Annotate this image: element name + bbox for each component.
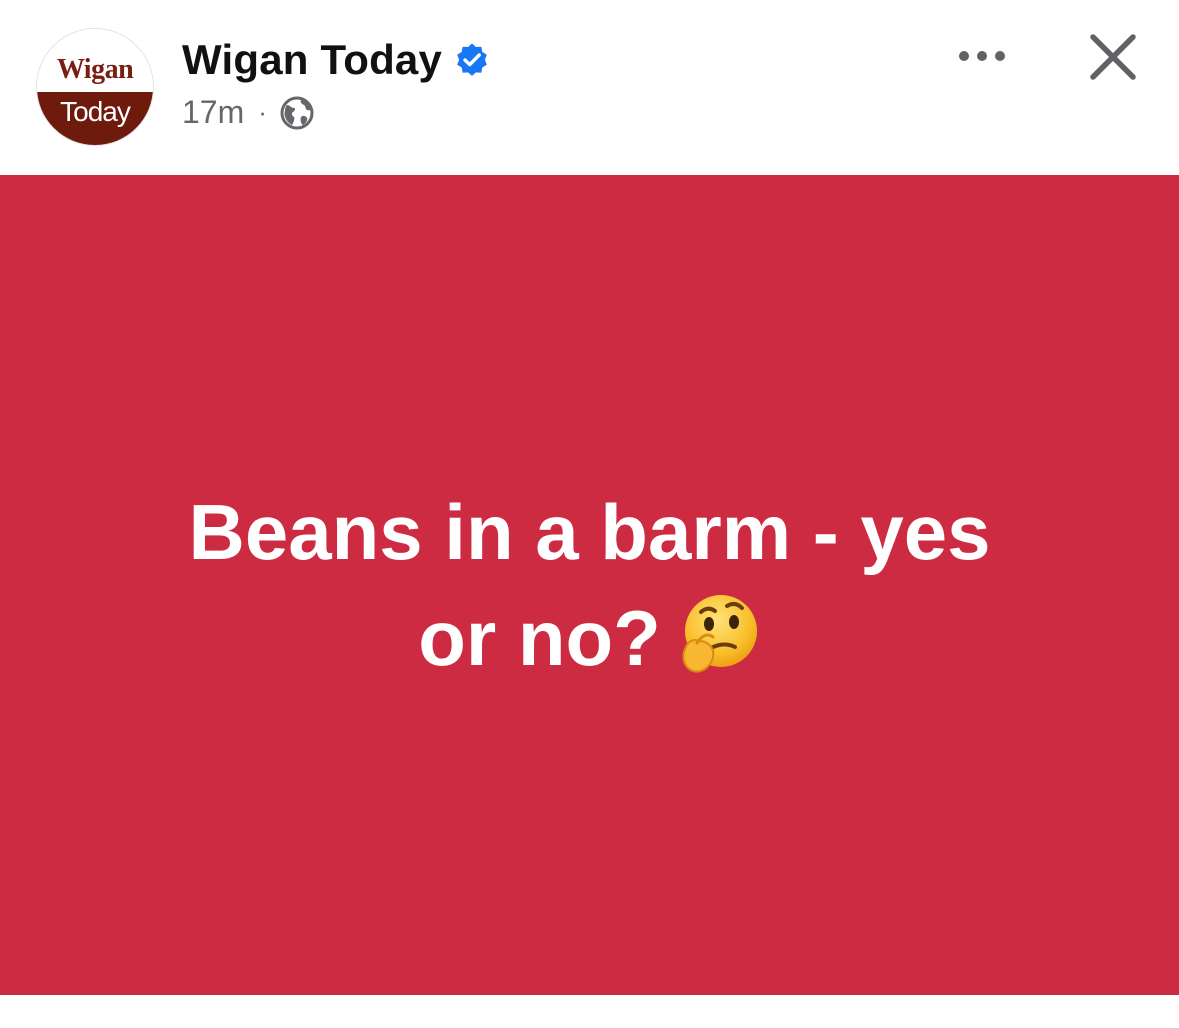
thinking-face-emoji — [675, 591, 761, 677]
post-header: Wigan Today Wigan Today 17m · — [0, 0, 1179, 175]
card-text-line-1: Beans in a barm - yes — [188, 488, 991, 576]
more-options-icon — [959, 51, 1005, 61]
verified-badge-icon — [454, 42, 490, 78]
card-text-line-2-row: or no? — [110, 585, 1070, 691]
facebook-post: Wigan Today Wigan Today 17m · Beans in a… — [0, 0, 1179, 1028]
globe-icon[interactable] — [279, 95, 315, 131]
avatar-logo-text-top: Wigan — [56, 53, 134, 85]
close-icon — [1090, 34, 1136, 80]
post-timestamp[interactable]: 17m — [182, 94, 244, 131]
post-footer-space — [0, 995, 1179, 1028]
meta-separator: · — [258, 97, 267, 127]
close-button[interactable] — [1084, 28, 1142, 86]
avatar-logo-text-bottom: Today — [60, 95, 131, 127]
avatar-top-band: Wigan — [37, 29, 153, 92]
post-text-card[interactable]: Beans in a barm - yes or no? — [0, 175, 1179, 995]
more-options-button[interactable] — [950, 36, 1014, 76]
page-name-link[interactable]: Wigan Today — [182, 36, 442, 84]
post-meta-row: 17m · — [182, 94, 315, 131]
card-text: Beans in a barm - yes or no? — [110, 479, 1070, 691]
page-name-row: Wigan Today — [182, 36, 490, 84]
avatar-bottom-band: Today — [37, 91, 153, 145]
page-avatar[interactable]: Wigan Today — [36, 28, 154, 146]
card-text-line-2: or no? — [418, 594, 661, 682]
